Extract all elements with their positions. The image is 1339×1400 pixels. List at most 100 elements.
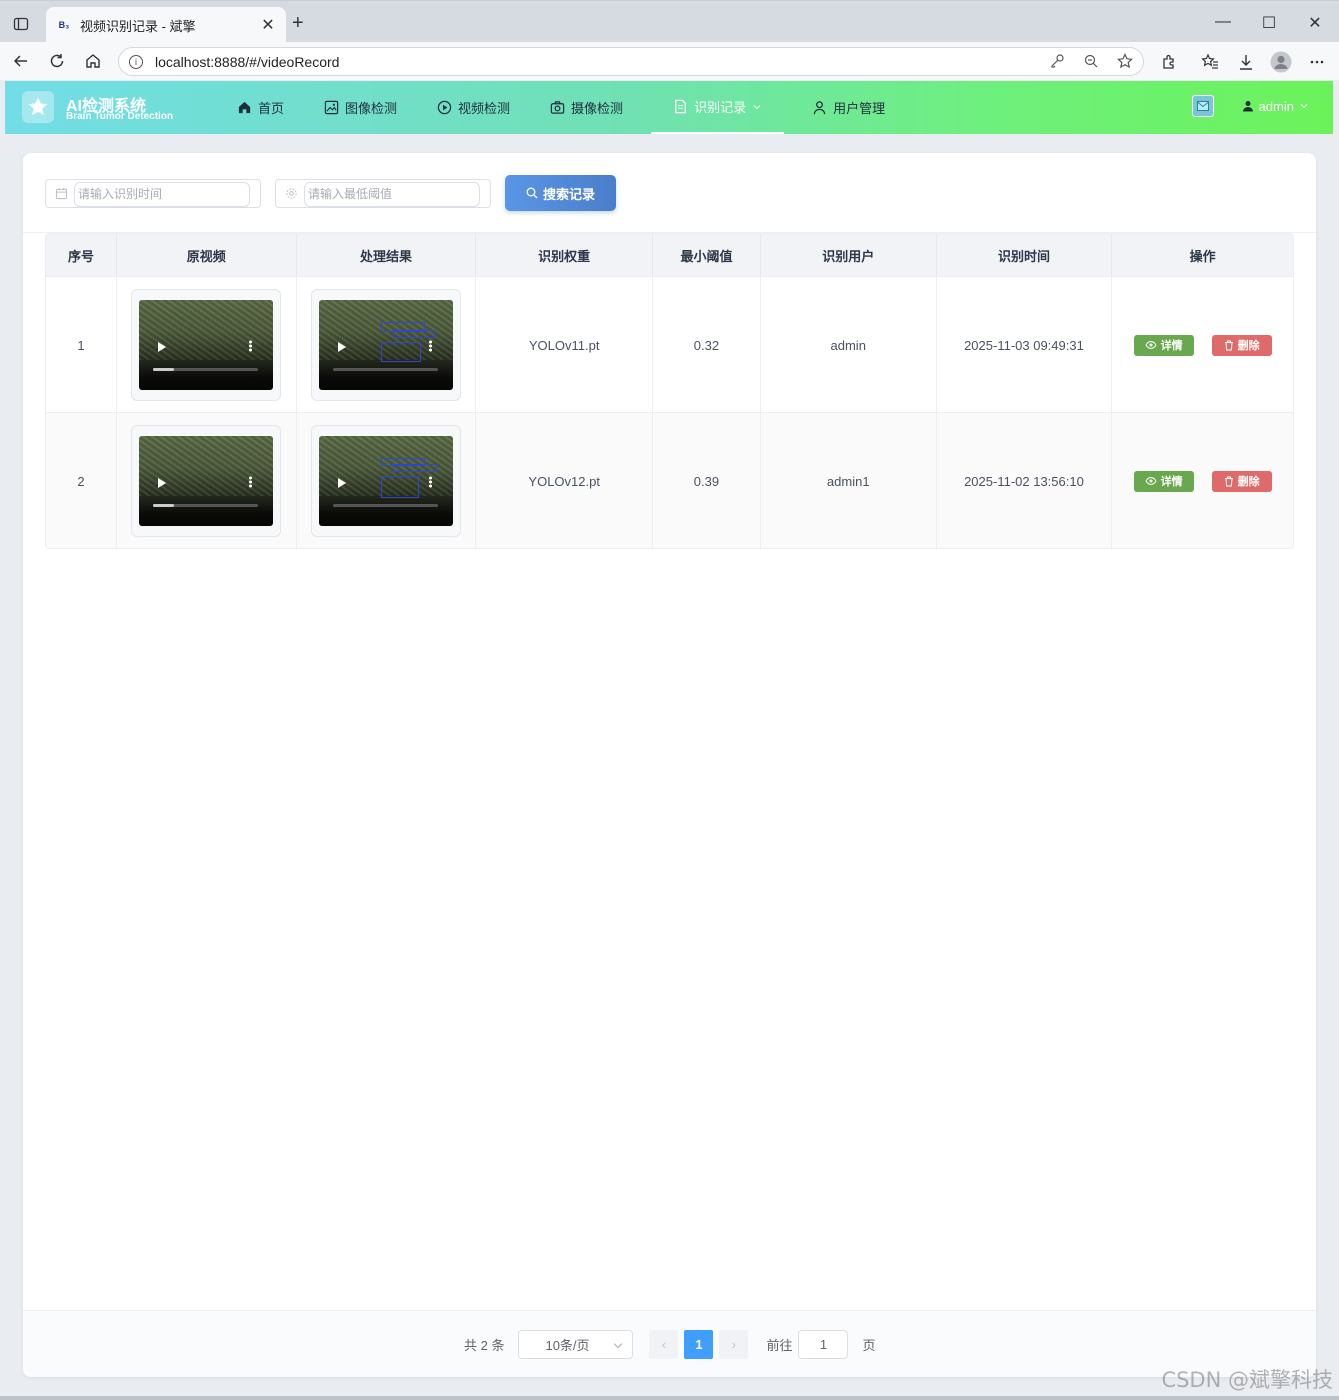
url-text: localhost:8888/#/videoRecord bbox=[155, 53, 340, 70]
prev-page-button[interactable]: ‹ bbox=[649, 1330, 679, 1359]
favorite-star-icon[interactable] bbox=[1117, 53, 1133, 69]
key-icon[interactable] bbox=[1049, 53, 1065, 69]
address-bar[interactable]: i localhost:8888/#/videoRecord bbox=[118, 47, 1144, 76]
menu-item-label: 摄像检测 bbox=[571, 101, 624, 116]
records-card: 搜索记录 序号 原视频 处理结果 识别权重 最小阈值 识别用户 识别时间 操作 … bbox=[23, 153, 1316, 1377]
column-header-original: 原视频 bbox=[116, 234, 297, 276]
browser-tab[interactable]: B₃ 视频识别记录 - 斌擎 ✕ bbox=[46, 7, 286, 43]
video-progress-fill bbox=[153, 504, 175, 507]
maximize-icon[interactable]: ☐ bbox=[1246, 13, 1292, 33]
original-video-cell bbox=[117, 413, 297, 548]
page-number-current[interactable]: 1 bbox=[684, 1330, 714, 1359]
eye-icon bbox=[1145, 476, 1157, 486]
download-icon[interactable] bbox=[1235, 51, 1257, 73]
table-row: 1 YOLOv11.pt 0.32 admin 2025-11-03 09:49… bbox=[46, 276, 1293, 413]
more-options-icon[interactable] bbox=[428, 340, 432, 352]
menu-item-home[interactable]: 首页 bbox=[225, 81, 296, 134]
video-progress-bar[interactable] bbox=[153, 368, 259, 371]
site-info-icon[interactable]: i bbox=[129, 54, 143, 69]
detection-box bbox=[380, 476, 419, 498]
conf-search-input[interactable] bbox=[304, 181, 480, 207]
result-video-player[interactable] bbox=[318, 436, 453, 526]
menu-item-video-detect[interactable]: 视频检测 bbox=[425, 81, 522, 134]
threshold-cell: 0.32 bbox=[653, 277, 761, 413]
records-table: 序号 原视频 处理结果 识别权重 最小阈值 识别用户 识别时间 操作 1 YOL… bbox=[45, 233, 1294, 549]
tab-close-icon[interactable]: ✕ bbox=[260, 15, 276, 35]
back-icon[interactable] bbox=[10, 50, 32, 72]
more-options-icon[interactable] bbox=[249, 340, 253, 352]
browser-menu-icon[interactable] bbox=[1306, 51, 1328, 73]
original-video-player[interactable] bbox=[139, 300, 274, 390]
zoom-icon[interactable] bbox=[1083, 53, 1099, 69]
original-video-frame bbox=[131, 289, 282, 401]
sidebar-toggle-icon[interactable] bbox=[8, 13, 34, 35]
play-icon[interactable] bbox=[337, 342, 346, 352]
video-progress-bar[interactable] bbox=[153, 504, 259, 507]
app-subtitle: Brain Tumor Detection bbox=[66, 111, 174, 122]
browser-tab-bar: B₃ 视频识别记录 - 斌擎 ✕ + — ☐ ✕ bbox=[0, 0, 1339, 43]
conf-search-field[interactable] bbox=[275, 178, 491, 208]
result-video-player[interactable] bbox=[318, 300, 453, 390]
menu-item-image-detect[interactable]: 图像检测 bbox=[312, 81, 409, 134]
refresh-icon[interactable] bbox=[46, 50, 68, 72]
play-icon[interactable] bbox=[337, 478, 346, 488]
result-video-cell bbox=[297, 277, 477, 413]
column-header-user: 识别用户 bbox=[760, 234, 937, 276]
next-page-button[interactable]: › bbox=[719, 1330, 749, 1359]
delete-button[interactable]: 删除 bbox=[1211, 470, 1272, 492]
detail-button[interactable]: 详情 bbox=[1133, 470, 1194, 492]
search-records-button[interactable]: 搜索记录 bbox=[505, 175, 616, 211]
time-cell: 2025-11-02 13:56:10 bbox=[937, 413, 1113, 548]
menu-item-label: 首页 bbox=[258, 101, 285, 116]
column-header-result: 处理结果 bbox=[296, 234, 477, 276]
close-window-icon[interactable]: ✕ bbox=[1292, 13, 1338, 33]
play-icon[interactable] bbox=[158, 478, 167, 488]
result-video-cell bbox=[297, 413, 477, 548]
actions-cell: 详情 删除 bbox=[1112, 413, 1293, 548]
time-search-field[interactable] bbox=[45, 178, 261, 208]
delete-button-label: 删除 bbox=[1237, 340, 1260, 352]
browser-toolbar: i localhost:8888/#/videoRecord bbox=[0, 42, 1339, 80]
delete-button[interactable]: 删除 bbox=[1211, 334, 1272, 356]
minimize-icon[interactable]: — bbox=[1200, 13, 1246, 31]
watermark: CSDN @斌擎科技 bbox=[1161, 1368, 1333, 1392]
video-progress-fill bbox=[153, 368, 175, 371]
search-icon bbox=[526, 187, 538, 199]
eye-icon bbox=[1145, 340, 1157, 350]
extensions-icon[interactable] bbox=[1158, 51, 1180, 73]
video-progress-bar[interactable] bbox=[332, 504, 438, 507]
menu-item-records[interactable]: 识别记录 bbox=[651, 81, 785, 134]
goto-page-input[interactable] bbox=[798, 1330, 849, 1359]
page-suffix: 页 bbox=[862, 1338, 876, 1353]
more-options-icon[interactable] bbox=[249, 476, 253, 488]
new-tab-icon[interactable]: + bbox=[292, 13, 304, 33]
tab-title: 视频识别记录 - 斌擎 bbox=[80, 18, 196, 34]
menu-item-users[interactable]: 用户管理 bbox=[800, 81, 897, 134]
user-name: admin bbox=[1258, 98, 1294, 114]
message-icon[interactable] bbox=[1191, 95, 1214, 117]
home-icon bbox=[238, 101, 251, 114]
delete-button-label: 删除 bbox=[1237, 476, 1260, 488]
play-icon[interactable] bbox=[158, 342, 167, 352]
original-video-player[interactable] bbox=[139, 436, 274, 526]
user-avatar-icon bbox=[1242, 101, 1253, 112]
menu-item-camera-detect[interactable]: 摄像检测 bbox=[538, 81, 635, 134]
pagination: 共 2 条 10条/页 ‹ 1 › 前往 页 bbox=[464, 1330, 876, 1359]
time-search-input[interactable] bbox=[74, 181, 250, 207]
more-options-icon[interactable] bbox=[428, 476, 432, 488]
total-count: 共 2 条 bbox=[464, 1338, 505, 1353]
user-dropdown[interactable]: admin bbox=[1242, 99, 1309, 114]
chevron-down-icon bbox=[753, 104, 761, 109]
profile-avatar-icon[interactable] bbox=[1270, 51, 1292, 73]
home-browser-icon[interactable] bbox=[82, 50, 104, 72]
tab-favicon-icon: B₃ bbox=[58, 20, 70, 30]
logo-star-icon bbox=[22, 91, 54, 123]
video-progress-bar[interactable] bbox=[332, 368, 438, 371]
detail-button-label: 详情 bbox=[1160, 340, 1183, 352]
favorites-icon[interactable] bbox=[1199, 51, 1221, 73]
result-video-frame bbox=[310, 425, 461, 537]
camera-icon bbox=[550, 101, 565, 114]
detail-button[interactable]: 详情 bbox=[1133, 334, 1194, 356]
page-size-select[interactable]: 10条/页 bbox=[518, 1330, 634, 1359]
original-video-frame bbox=[131, 425, 282, 537]
